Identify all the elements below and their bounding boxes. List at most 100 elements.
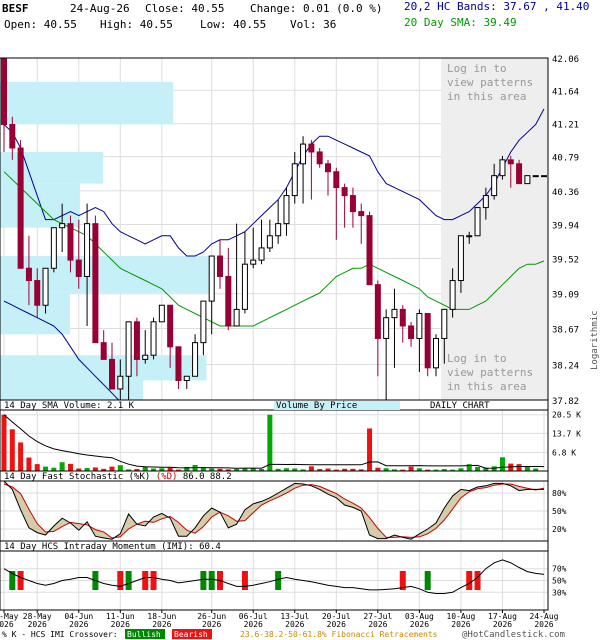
- candle-body: [491, 175, 498, 197]
- price-tick-label: 42.06: [552, 55, 579, 65]
- imi-crossover-bar: [241, 571, 248, 590]
- date-tick-year: 2026: [152, 620, 171, 629]
- candle-body: [266, 235, 273, 249]
- candle-body: [349, 195, 356, 213]
- stochastic-tick-label: 50%: [552, 507, 567, 516]
- imi-crossover-bar: [125, 571, 132, 590]
- volume-bar: [267, 414, 273, 471]
- candle-body: [1, 57, 7, 125]
- date-tick-year: 2026: [327, 620, 346, 629]
- volume-bar: [117, 465, 123, 471]
- volume-bar: [367, 428, 373, 471]
- volume-bar: [308, 466, 314, 471]
- candle-body: [192, 342, 199, 377]
- volume-bar: [92, 467, 98, 471]
- candle-body: [50, 227, 57, 269]
- vbp-bar: [0, 256, 214, 293]
- price-tick-label: 41.21: [552, 121, 579, 131]
- price-tick-label: 37.82: [552, 397, 579, 407]
- candle-body: [200, 300, 207, 344]
- candle-body: [300, 143, 307, 165]
- candle-body: [17, 147, 24, 269]
- candle-body: [316, 151, 323, 165]
- volume-tick-label: 6.8 K: [552, 448, 576, 457]
- candle-body: [167, 304, 174, 348]
- candle-body: [474, 207, 481, 237]
- stochastic-title-prefix: 14 Day Fast Stochastic (%K): [4, 472, 150, 482]
- date-tick-year: 2026: [28, 620, 47, 629]
- candle-body: [524, 175, 531, 185]
- close-label: Close: 40.55: [145, 2, 224, 15]
- date-tick-year: 2026: [69, 620, 88, 629]
- overlay-top-line1: Log in to: [447, 62, 507, 75]
- candle-body: [158, 304, 165, 323]
- volume-bar: [18, 442, 24, 471]
- date-tick-year: 2026: [493, 620, 512, 629]
- bands-label: 20,2 HC Bands: 37.67 , 41.40: [404, 0, 589, 13]
- imi-crossover-bar: [275, 571, 282, 590]
- candle-body: [341, 187, 348, 197]
- vbp-bar: [0, 81, 174, 125]
- candle-body: [358, 211, 365, 217]
- candle-body: [433, 337, 439, 369]
- candle-body: [366, 215, 373, 286]
- stochastic-d-label: (%D): [156, 472, 178, 482]
- overlay-bottom-line1: Log in to: [447, 352, 507, 365]
- volume-bar: [142, 466, 148, 471]
- candle-body: [466, 235, 473, 238]
- price-tick-label: 40.79: [552, 154, 579, 164]
- candle-body: [507, 159, 514, 165]
- candle-body: [75, 259, 82, 277]
- imi-tick-label: 70%: [552, 565, 567, 574]
- volume-bar: [9, 429, 15, 471]
- price-tick-label: 39.94: [552, 221, 579, 231]
- bullish-label: Bullish: [127, 630, 161, 639]
- candle-body: [100, 342, 107, 360]
- candle-body: [441, 308, 448, 339]
- date-tick-year: 2026: [244, 620, 263, 629]
- volume-bar: [26, 457, 32, 471]
- imi-crossover-bar: [208, 571, 215, 590]
- date-tick-year: 2026: [0, 620, 14, 629]
- imi-crossover-bar: [200, 571, 207, 590]
- fib-label: 23.6-38.2-50-61.8% Fibonacci Retracement…: [240, 630, 438, 639]
- candle-body: [374, 284, 381, 339]
- vbp-label: Volume By Price: [276, 401, 357, 411]
- imi-axis-ticks: 70% 50% 30%: [552, 565, 567, 598]
- date-label: 24-Aug-26: [70, 2, 130, 15]
- candle-body: [208, 255, 215, 302]
- pattern-shaded-area: [441, 58, 548, 400]
- open-label: Open: 40.55: [4, 18, 77, 31]
- candle-body: [283, 195, 290, 225]
- date-tick-year: 2026: [202, 620, 221, 629]
- volume-bar: [491, 466, 497, 471]
- imi-crossover-bar: [474, 571, 481, 590]
- overlay-top-line2: view patterns: [447, 76, 533, 89]
- volume-bar: [109, 466, 115, 471]
- volume-bar: [1, 414, 7, 471]
- brand-label: @HotCandlestick.com: [462, 630, 565, 640]
- imi-crossover-bar: [424, 571, 431, 590]
- candle-body: [25, 267, 32, 282]
- stochastic-tick-label: 20%: [552, 525, 567, 534]
- date-tick-year: 2026: [451, 620, 470, 629]
- candle-body: [541, 175, 547, 178]
- volume-title: 14 Day SMA Volume: 2.1 K: [4, 401, 135, 411]
- date-tick-year: 2026: [368, 620, 387, 629]
- candle-body: [150, 321, 157, 356]
- volume-bar: [59, 462, 65, 471]
- volume-bar: [43, 466, 49, 471]
- price-tick-label: 38.24: [552, 361, 579, 371]
- candle-body: [399, 308, 406, 327]
- candle-body: [258, 247, 265, 261]
- imi-crossover-bar: [142, 571, 149, 590]
- imi-crossover-bar: [117, 571, 124, 590]
- volume-tick-label: 20.5 K: [552, 411, 581, 420]
- price-tick-label: 39.09: [552, 291, 579, 301]
- candle-body: [225, 275, 232, 327]
- volume-bar: [408, 466, 414, 471]
- imi-title: 14 Day HCS Intraday Momentum (IMI): 60.4: [4, 542, 221, 552]
- price-tick-label: 39.52: [552, 255, 579, 265]
- candle-body: [449, 280, 456, 310]
- stochastic-axis-ticks: 80% 50% 20%: [552, 489, 567, 534]
